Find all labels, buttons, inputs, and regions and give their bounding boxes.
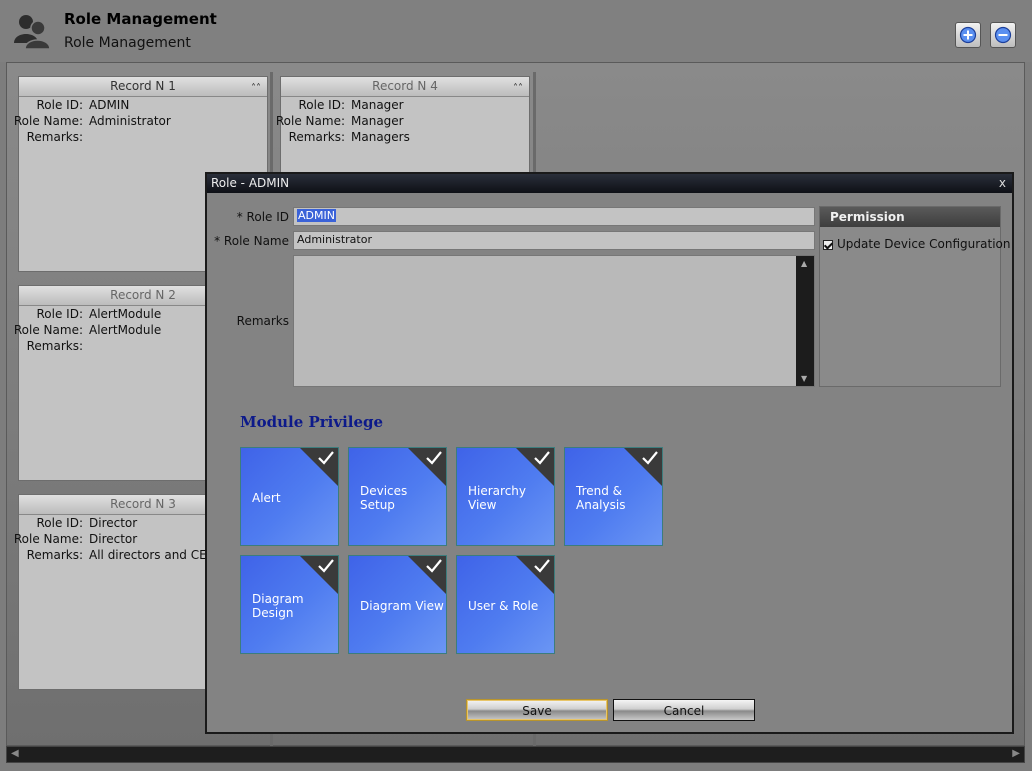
role-name-label: Role Name: <box>275 114 345 128</box>
scroll-left-icon[interactable]: ◀ <box>11 748 19 759</box>
dialog-title: Role - ADMIN <box>211 176 290 190</box>
role-name-value: Director <box>89 532 138 546</box>
record-title: Record N 4 <box>372 79 438 93</box>
role-id-input[interactable]: ADMIN <box>293 207 815 226</box>
role-id-field-label: * Role ID <box>236 210 289 224</box>
role-id-value: Director <box>89 516 138 530</box>
record-title: Record N 1 <box>110 79 176 93</box>
role-name-value: Manager <box>351 114 404 128</box>
role-id-value: ADMIN <box>89 98 130 112</box>
page-subtitle: Role Management <box>64 35 191 51</box>
module-label: Devices Setup <box>360 484 408 512</box>
module-label: Diagram View <box>360 599 444 613</box>
role-id-label: Role ID: <box>36 516 84 530</box>
record-card-header[interactable]: Record N 4 ˄˄ <box>281 77 529 97</box>
dialog-title-bar[interactable]: Role - ADMIN x <box>207 174 1012 193</box>
scroll-right-icon[interactable]: ▶ <box>1012 748 1020 759</box>
close-icon[interactable]: x <box>999 174 1006 193</box>
module-tile-trend-analysis[interactable]: Trend & Analysis <box>564 447 663 546</box>
role-name-label: Role Name: <box>13 532 83 546</box>
role-edit-dialog: Role - ADMIN x * Role ID ADMIN * Role Na… <box>205 172 1014 734</box>
module-privilege-title: Module Privilege <box>240 413 384 431</box>
page-title: Role Management <box>64 10 217 28</box>
module-label: Diagram Design <box>252 592 304 620</box>
role-id-value: Manager <box>351 98 404 112</box>
add-record-button[interactable] <box>955 22 981 48</box>
check-icon <box>534 451 550 465</box>
module-label: User & Role <box>468 599 539 613</box>
role-name-label: Role Name: <box>13 114 83 128</box>
remarks-textarea[interactable]: ▲ ▼ <box>293 255 815 387</box>
role-name-label: Role Name: <box>13 323 83 337</box>
horizontal-scrollbar[interactable]: ◀ ▶ <box>6 746 1025 763</box>
minus-circle-icon <box>994 26 1012 44</box>
remarks-value: All directors and CEO <box>89 548 217 562</box>
check-icon <box>318 559 334 573</box>
module-label: Alert <box>252 491 281 505</box>
page-header: Role Management Role Management <box>0 0 1032 62</box>
collapse-icon[interactable]: ˄˄ <box>513 79 523 98</box>
role-id-label: Role ID: <box>298 98 346 112</box>
check-icon <box>318 451 334 465</box>
scroll-up-icon[interactable]: ▲ <box>801 259 807 268</box>
role-id-input-value: ADMIN <box>297 209 336 222</box>
remarks-value: Managers <box>351 130 410 144</box>
remarks-field-label: Remarks <box>236 314 289 328</box>
role-name-input[interactable]: Administrator <box>293 231 815 250</box>
users-icon <box>14 15 50 49</box>
checkbox-checked-icon[interactable] <box>823 239 833 250</box>
record-card-header[interactable]: Record N 1 ˄˄ <box>19 77 267 97</box>
role-name-field-label: * Role Name <box>214 234 289 248</box>
cancel-button[interactable]: Cancel <box>613 699 755 721</box>
role-id-label: Role ID: <box>36 98 84 112</box>
check-icon <box>642 451 658 465</box>
record-title: Record N 3 <box>110 497 176 511</box>
module-tile-user-role[interactable]: User & Role <box>456 555 555 654</box>
role-name-value: Administrator <box>89 114 171 128</box>
permission-label: Update Device Configuration <box>837 237 1011 251</box>
role-id-label: Role ID: <box>36 307 84 321</box>
role-name-value: AlertModule <box>89 323 162 337</box>
scroll-down-icon[interactable]: ▼ <box>801 374 807 383</box>
remarks-label: Remarks: <box>26 130 83 144</box>
check-icon <box>426 451 442 465</box>
save-button[interactable]: Save <box>466 699 608 721</box>
permission-panel: Permission Update Device Configuration <box>819 206 1011 387</box>
role-id-value: AlertModule <box>89 307 162 321</box>
check-icon <box>426 559 442 573</box>
module-tile-diagram-view[interactable]: Diagram View <box>348 555 447 654</box>
module-tile-alert[interactable]: Alert <box>240 447 339 546</box>
permission-update-device-config[interactable]: Update Device Configuration <box>823 237 1011 251</box>
remarks-scrollbar[interactable]: ▲ ▼ <box>796 256 814 386</box>
module-tile-hierarchy-view[interactable]: Hierarchy View <box>456 447 555 546</box>
module-tile-diagram-design[interactable]: Diagram Design <box>240 555 339 654</box>
remarks-label: Remarks: <box>288 130 345 144</box>
remarks-label: Remarks: <box>26 339 83 353</box>
collapse-icon[interactable]: ˄˄ <box>251 79 261 98</box>
plus-circle-icon <box>959 26 977 44</box>
permission-header: Permission <box>820 207 1000 227</box>
remove-record-button[interactable] <box>990 22 1016 48</box>
module-label: Hierarchy View <box>468 484 527 512</box>
check-icon <box>534 559 550 573</box>
module-label: Trend & Analysis <box>576 484 626 512</box>
remarks-label: Remarks: <box>26 548 83 562</box>
record-title: Record N 2 <box>110 288 176 302</box>
module-tile-devices-setup[interactable]: Devices Setup <box>348 447 447 546</box>
